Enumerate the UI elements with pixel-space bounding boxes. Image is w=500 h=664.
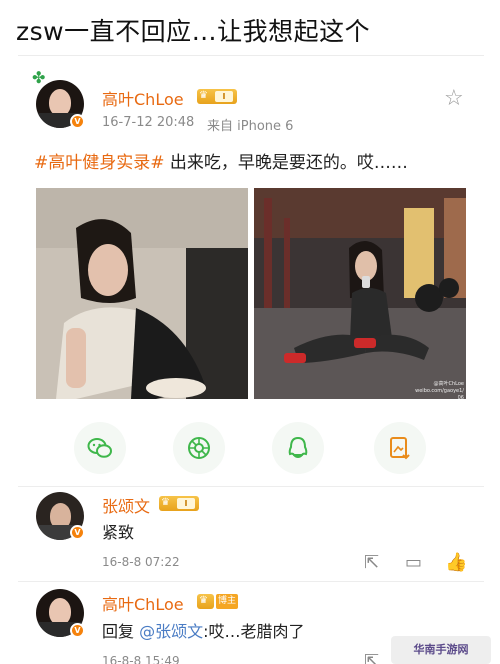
- post-photo-2[interactable]: @高叶ChLoe weibo.com/gaoye1/ 06: [254, 188, 466, 399]
- comment-time: 16-8-8 07:22: [102, 555, 180, 569]
- reply-icon[interactable]: ▭: [405, 552, 422, 573]
- forward-icon[interactable]: ⇱: [364, 651, 379, 664]
- crown-icon: ♛: [161, 497, 170, 508]
- save-image-icon: [390, 437, 410, 460]
- member-level: Ⅰ: [215, 91, 233, 102]
- wechat-icon: [87, 438, 112, 458]
- post-text: #高叶健身实录# 出来吃，早晚是要还的。哎……: [34, 148, 408, 173]
- member-level-badge: ♛ Ⅰ: [159, 496, 199, 511]
- photo-watermark: @高叶ChLoe weibo.com/gaoye1/ 06: [415, 381, 464, 399]
- share-qq-button[interactable]: [272, 422, 324, 474]
- share-bar: [18, 414, 484, 484]
- divider: [18, 486, 484, 487]
- mention-link[interactable]: @张颂文: [139, 622, 203, 641]
- like-icon[interactable]: 👍: [445, 552, 467, 573]
- author-tag-badge: 博主: [216, 594, 238, 609]
- post-body: 出来吃，早晚是要还的。哎……: [164, 153, 408, 173]
- member-level-badge: ♛: [197, 594, 214, 609]
- member-level-badge: ♛ Ⅰ: [197, 89, 237, 104]
- reply-body: :哎…老腊肉了: [203, 622, 305, 641]
- comment-text: 紧致: [102, 523, 135, 542]
- moments-icon: [188, 437, 210, 459]
- site-watermark-logo: 华南手游网: [391, 636, 491, 664]
- share-wechat-button[interactable]: [74, 422, 126, 474]
- headline: zsw一直不回应…让我想起这个: [16, 17, 371, 46]
- post-photo-1[interactable]: [36, 188, 248, 399]
- save-image-button[interactable]: [374, 422, 426, 474]
- forward-icon[interactable]: ⇱: [364, 552, 379, 573]
- woman-sitting-photo: [36, 188, 248, 399]
- comment-author-name[interactable]: 张颂文: [102, 493, 150, 517]
- reply-author-name[interactable]: 高叶ChLoe: [102, 591, 184, 615]
- qq-icon: [288, 436, 308, 458]
- reply-text: 回复 @张颂文:哎…老腊肉了: [102, 618, 305, 642]
- post-source: 来自 iPhone 6: [207, 119, 294, 134]
- topic-tag[interactable]: #高叶健身实录#: [34, 153, 165, 173]
- divider: [18, 581, 484, 582]
- reply-prefix: 回复: [102, 622, 140, 641]
- share-moments-button[interactable]: [173, 422, 225, 474]
- crown-icon: ♛: [199, 90, 208, 101]
- favorite-star-icon[interactable]: ☆: [444, 88, 464, 110]
- crown-icon: ♛: [199, 595, 208, 606]
- post-author-name[interactable]: 高叶ChLoe: [102, 86, 184, 110]
- weibo-post-card: ✤ V 高叶ChLoe ♛ Ⅰ ☆ 16-7-12 20:48 来自 iPhon…: [18, 55, 484, 664]
- reply-time: 16-8-8 15:49: [102, 654, 180, 664]
- verified-badge-icon: V: [70, 623, 85, 638]
- verified-badge-icon: V: [70, 114, 85, 129]
- gym-selfie-photo: [254, 188, 466, 399]
- member-level: Ⅰ: [177, 498, 195, 509]
- screenshot-page: zsw一直不回应…让我想起这个 ✤ V 高叶ChLoe ♛ Ⅰ ☆ 16-7-1…: [0, 0, 500, 664]
- verified-badge-icon: V: [70, 525, 85, 540]
- post-date: 16-7-12 20:48: [102, 115, 195, 130]
